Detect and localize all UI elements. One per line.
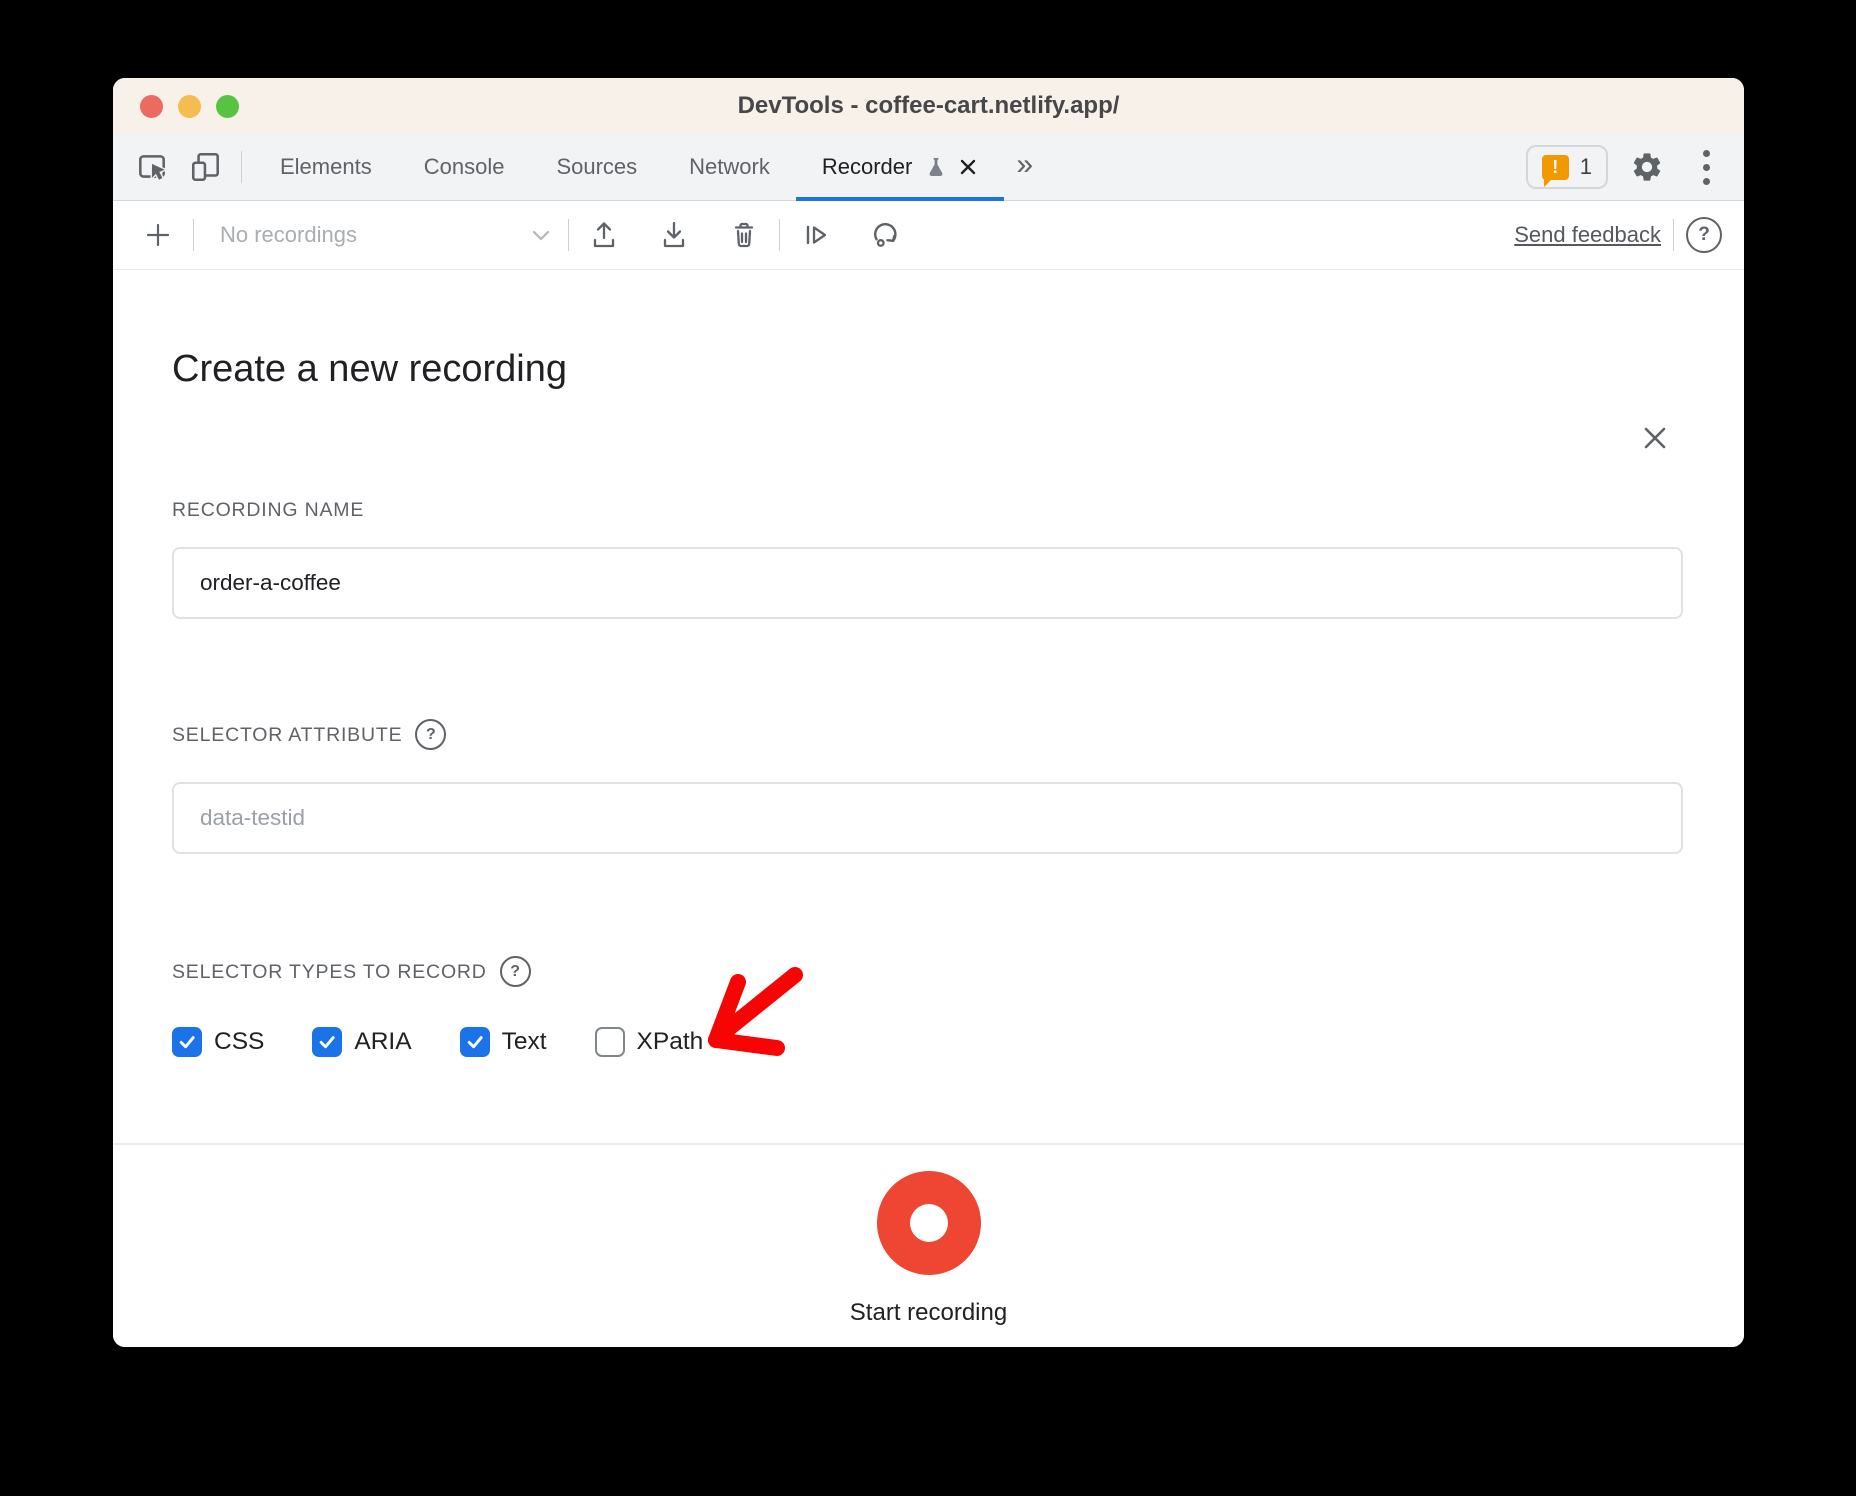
replay-icon[interactable] (862, 212, 908, 258)
chevron-down-icon (532, 230, 550, 241)
annotation-arrow-icon (697, 957, 811, 1063)
more-options-kebab-icon[interactable] (1686, 150, 1726, 185)
import-recording-icon[interactable] (581, 212, 627, 258)
page-title: Create a new recording (172, 345, 1683, 393)
issues-count: 1 (1580, 154, 1592, 180)
tab-sources[interactable]: Sources (530, 134, 663, 200)
minimize-window-button[interactable] (178, 95, 201, 118)
delete-recording-icon[interactable] (721, 212, 767, 258)
experiment-flask-icon (924, 155, 948, 179)
add-recording-icon[interactable] (135, 212, 181, 258)
tabbar-left-icons (113, 134, 229, 200)
devtools-window: DevTools - coffee-cart.netlify.app/ Elem… (113, 78, 1744, 1347)
checkbox-xpath[interactable]: XPath (595, 1027, 704, 1057)
selector-types-options: CSS ARIA Text (172, 1027, 1683, 1057)
checkmark-icon (316, 1031, 338, 1053)
issues-badge[interactable]: ! 1 (1526, 145, 1608, 189)
start-recording-button[interactable] (877, 1171, 981, 1275)
help-icon[interactable]: ? (1686, 217, 1722, 253)
tab-console[interactable]: Console (398, 134, 531, 200)
panel-tabs: Elements Console Sources Network Recorde… (254, 134, 1004, 200)
send-feedback-link[interactable]: Send feedback (1514, 222, 1661, 248)
settings-gear-icon[interactable] (1624, 144, 1670, 190)
tabbar-right-icons: ! 1 (1526, 134, 1744, 200)
tab-network[interactable]: Network (663, 134, 796, 200)
record-footer: Start recording (113, 1145, 1744, 1347)
selector-types-help-icon[interactable]: ? (500, 956, 531, 987)
checkbox-css[interactable]: CSS (172, 1027, 264, 1057)
selector-types-label: SELECTOR TYPES TO RECORD (172, 961, 487, 983)
inspect-element-icon[interactable] (129, 144, 175, 190)
window-title: DevTools - coffee-cart.netlify.app/ (738, 92, 1120, 120)
selector-attribute-label: SELECTOR ATTRIBUTE (172, 724, 402, 746)
tabbar-divider (241, 151, 242, 183)
traffic-lights (140, 78, 239, 134)
close-recorder-tab-icon[interactable] (958, 157, 978, 177)
checkbox-text[interactable]: Text (460, 1027, 547, 1057)
devtools-tabbar: Elements Console Sources Network Recorde… (113, 134, 1744, 201)
checkmark-icon (176, 1031, 198, 1053)
selected-tab-underline (796, 197, 1004, 201)
close-dialog-icon[interactable] (1638, 421, 1672, 455)
tab-elements[interactable]: Elements (254, 134, 398, 200)
device-toolbar-icon[interactable] (183, 144, 229, 190)
step-over-play-icon[interactable] (792, 212, 838, 258)
text-checkbox[interactable] (460, 1027, 490, 1057)
export-recording-icon[interactable] (651, 212, 697, 258)
issues-icon: ! (1542, 155, 1569, 180)
css-checkbox[interactable] (172, 1027, 202, 1057)
aria-checkbox[interactable] (312, 1027, 342, 1057)
recordings-dropdown-value: No recordings (220, 222, 357, 248)
tab-recorder[interactable]: Recorder (796, 134, 1004, 200)
selector-attribute-input[interactable] (172, 782, 1683, 854)
selector-attribute-help-icon[interactable]: ? (415, 719, 446, 750)
recording-name-input[interactable] (172, 547, 1683, 619)
zoom-window-button[interactable] (216, 95, 239, 118)
close-window-button[interactable] (140, 95, 163, 118)
xpath-checkbox[interactable] (595, 1027, 625, 1057)
checkmark-icon (464, 1031, 486, 1053)
recordings-dropdown[interactable]: No recordings (206, 222, 556, 248)
more-tabs-icon[interactable]: » (1004, 130, 1045, 200)
start-recording-label: Start recording (850, 1299, 1007, 1327)
titlebar: DevTools - coffee-cart.netlify.app/ (113, 78, 1744, 134)
checkbox-aria[interactable]: ARIA (312, 1027, 411, 1057)
create-recording-view: Create a new recording RECORDING NAME SE… (113, 345, 1744, 1347)
recording-name-label: RECORDING NAME (172, 499, 364, 521)
recorder-toolbar: No recordings (113, 201, 1744, 270)
